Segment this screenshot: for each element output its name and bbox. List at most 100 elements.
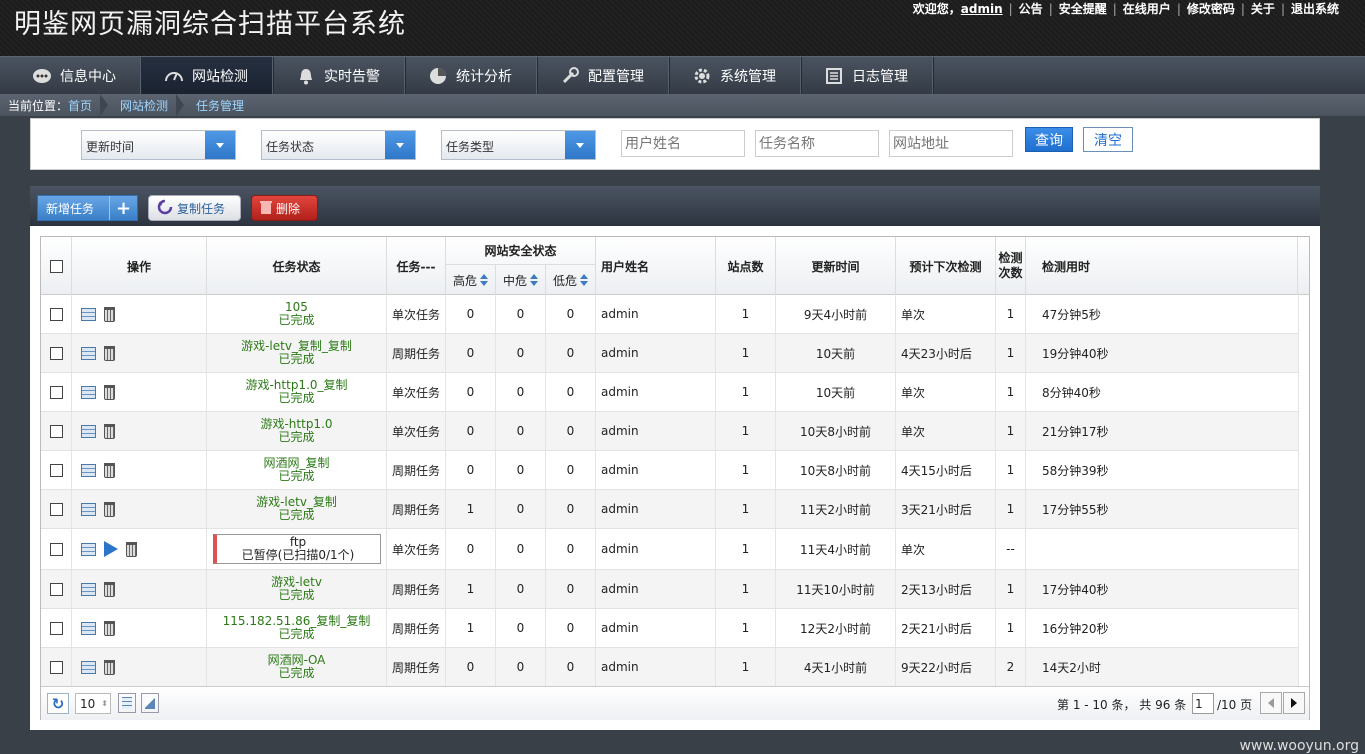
row-checkbox[interactable]: [49, 385, 63, 399]
row-checkbox[interactable]: [49, 660, 63, 674]
header-type[interactable]: 任务---: [387, 237, 446, 295]
updated-cell: 4天1小时前: [776, 648, 896, 686]
clear-button[interactable]: 清空: [1083, 127, 1133, 152]
current-user-link[interactable]: admin: [961, 2, 1003, 16]
table-row[interactable]: 游戏-letv_复制_复制 已完成 周期任务 0 0 0 admin 1 10天前 4天23小时后…: [41, 334, 1299, 373]
table-row[interactable]: 游戏-letv_复制 已完成 周期任务 1 0 0 admin 1 11天2小时前 3天21小时后…: [41, 490, 1299, 529]
row-checkbox[interactable]: [49, 542, 63, 556]
table-row[interactable]: 游戏-http1.0_复制 已完成 单次任务 0 0 0 admin 1 10天前 单次 1 8分钟4…: [41, 373, 1299, 412]
copy-task-button[interactable]: 复制任务: [148, 195, 241, 221]
task-type-select[interactable]: 任务类型: [441, 130, 596, 160]
change-password-link[interactable]: 修改密码: [1187, 0, 1235, 17]
query-button[interactable]: 查询: [1025, 127, 1073, 152]
header-sites[interactable]: 站点数: [716, 237, 776, 295]
user-name-input[interactable]: [621, 130, 745, 157]
detail-icon[interactable]: [81, 660, 96, 674]
header-high[interactable]: 高危: [446, 265, 496, 295]
trash-icon[interactable]: [104, 423, 115, 439]
duration-cell: 14天2小时: [1026, 648, 1299, 686]
row-checkbox[interactable]: [49, 502, 63, 516]
task-state: 已完成: [278, 588, 315, 602]
detail-icon[interactable]: [81, 424, 96, 438]
header-mid[interactable]: 中危: [496, 265, 546, 295]
table-row[interactable]: 游戏-http1.0 已完成 单次任务 0 0 0 admin 1 10天8小时前 单次 1 21分钟…: [41, 412, 1299, 451]
trash-icon[interactable]: [104, 462, 115, 478]
breadcrumb-home[interactable]: 首页: [68, 97, 92, 114]
update-time-select[interactable]: 更新时间: [81, 130, 236, 160]
next-page-icon[interactable]: [1283, 692, 1305, 714]
announcement-link[interactable]: 公告: [1019, 0, 1043, 17]
row-checkbox[interactable]: [49, 621, 63, 635]
select-all-checkbox[interactable]: [49, 259, 63, 273]
page-number-input[interactable]: 1: [1192, 693, 1214, 714]
detail-icon[interactable]: [81, 346, 96, 360]
detail-icon[interactable]: [81, 385, 96, 399]
table-row[interactable]: ftp 已暂停(已扫描0/1个) 单次任务 0 0 0 admin 1 11天4小时前 单次 --: [41, 529, 1299, 570]
trash-icon[interactable]: [104, 581, 115, 597]
header-low[interactable]: 低危: [546, 265, 596, 295]
delete-button[interactable]: 删除: [251, 195, 318, 221]
nav-item-info-center[interactable]: 信息中心: [10, 57, 142, 95]
chevron-down-icon[interactable]: [565, 131, 595, 159]
row-checkbox[interactable]: [49, 346, 63, 360]
header-count[interactable]: 检测次数: [996, 237, 1026, 295]
trash-icon[interactable]: [104, 620, 115, 636]
header-next[interactable]: 预计下次检测: [896, 237, 996, 295]
detail-icon[interactable]: [81, 307, 96, 321]
trash-icon[interactable]: [126, 541, 137, 557]
nav-item-realtime-alerts[interactable]: 实时告警: [274, 57, 406, 95]
nav-item-config[interactable]: 配置管理: [538, 57, 670, 95]
mid-cell: 0: [496, 295, 546, 333]
count-cell: 1: [996, 609, 1026, 647]
header-duration[interactable]: 检测用时: [1026, 237, 1298, 295]
row-checkbox[interactable]: [49, 582, 63, 596]
about-link[interactable]: 关于: [1251, 0, 1275, 17]
table-row[interactable]: 网酒网_复制 已完成 周期任务 0 0 0 admin 1 10天8小时前 4天15小时后 1 58分…: [41, 451, 1299, 490]
trash-icon[interactable]: [104, 384, 115, 400]
header-status[interactable]: 任务状态: [207, 237, 387, 295]
play-icon[interactable]: [104, 541, 118, 557]
row-checkbox[interactable]: [49, 424, 63, 438]
table-row[interactable]: 游戏-letv 已完成 周期任务 1 0 0 admin 1 11天10小时前 2天13小时后 1 1…: [41, 570, 1299, 609]
trash-icon[interactable]: [104, 659, 115, 675]
detail-view-icon[interactable]: [141, 693, 159, 713]
chevron-down-icon[interactable]: [385, 131, 415, 159]
nav-item-statistics[interactable]: 统计分析: [406, 57, 538, 95]
task-state: 已完成: [278, 666, 315, 680]
trash-icon[interactable]: [104, 501, 115, 517]
list-view-icon[interactable]: [118, 693, 136, 713]
online-users-link[interactable]: 在线用户: [1123, 0, 1171, 17]
security-alert-link[interactable]: 安全提醒: [1059, 0, 1107, 17]
trash-icon[interactable]: [104, 345, 115, 361]
detail-icon[interactable]: [81, 621, 96, 635]
page-size-select[interactable]: 10 ⬍: [75, 693, 111, 714]
detail-icon[interactable]: [81, 542, 96, 556]
nav-item-system[interactable]: 系统管理: [670, 57, 802, 95]
task-status-select[interactable]: 任务状态: [261, 130, 416, 160]
nav-item-logs[interactable]: 日志管理: [802, 57, 934, 95]
trash-icon[interactable]: [104, 306, 115, 322]
row-checkbox[interactable]: [49, 463, 63, 477]
refresh-icon[interactable]: ↻: [47, 693, 69, 714]
header-updated[interactable]: 更新时间: [776, 237, 896, 295]
row-checkbox[interactable]: [49, 307, 63, 321]
task-name-input[interactable]: [755, 130, 879, 157]
breadcrumb-site-scan[interactable]: 网站检测: [120, 97, 168, 114]
table-row[interactable]: 105 已完成 单次任务 0 0 0 admin 1 9天4小时前 单次 1 47分钟5秒: [41, 295, 1299, 334]
duration-cell: 47分钟5秒: [1026, 295, 1299, 333]
row-actions: [72, 451, 207, 489]
detail-icon[interactable]: [81, 502, 96, 516]
chevron-down-icon[interactable]: [205, 131, 235, 159]
mid-cell: 0: [496, 648, 546, 686]
table-row[interactable]: 115.182.51.86_复制_复制 已完成 周期任务 1 0 0 admin 1 12天2小…: [41, 609, 1299, 648]
nav-item-site-scan[interactable]: 网站检测: [142, 57, 274, 95]
header-user[interactable]: 用户姓名: [596, 237, 716, 295]
detail-icon[interactable]: [81, 582, 96, 596]
prev-page-icon[interactable]: [1260, 692, 1282, 714]
type-cell: 周期任务: [387, 648, 446, 686]
add-task-button[interactable]: 新增任务 +: [37, 195, 138, 221]
site-url-input[interactable]: [889, 130, 1013, 157]
detail-icon[interactable]: [81, 463, 96, 477]
table-row[interactable]: 网酒网-OA 已完成 周期任务 0 0 0 admin 1 4天1小时前 9天22小时后 2 14天2…: [41, 648, 1299, 687]
logout-link[interactable]: 退出系统: [1291, 0, 1339, 17]
